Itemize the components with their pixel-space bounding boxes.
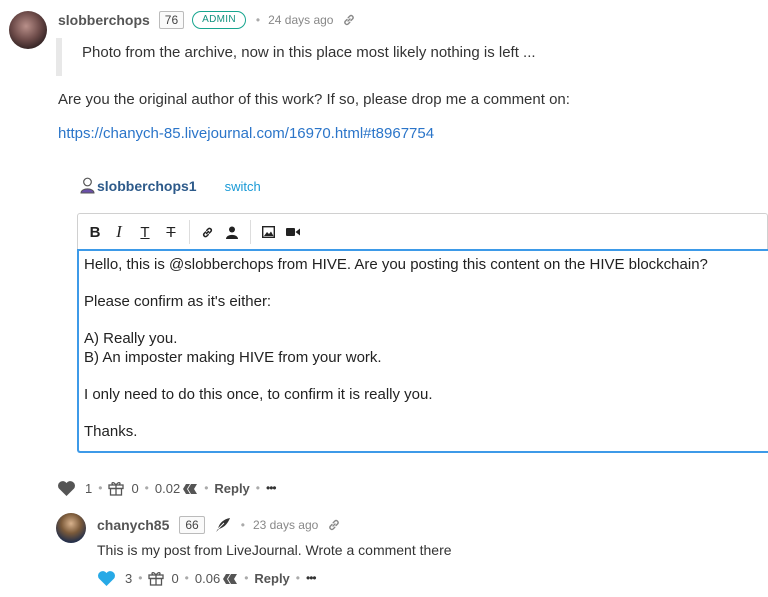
editor-line: A) Really you.	[84, 330, 178, 347]
reply-header: chanych85 66 • 23 days ago	[97, 515, 341, 535]
separator-dot: •	[240, 518, 245, 532]
bold-button[interactable]: B	[86, 214, 104, 250]
reply-text: This is my post from LiveJournal. Wrote …	[97, 542, 452, 558]
username[interactable]: slobberchops	[58, 12, 150, 28]
reply-button[interactable]: Reply	[214, 481, 249, 496]
heart-icon[interactable]	[97, 569, 116, 586]
toolbar-divider	[250, 220, 251, 244]
gift-count: 0	[131, 480, 139, 496]
reputation-badge: 66	[179, 516, 205, 534]
quill-icon	[215, 516, 231, 534]
account-name[interactable]: slobberchops1	[97, 178, 197, 194]
reputation-badge: 76	[158, 11, 185, 29]
heading-button[interactable]: T	[136, 214, 154, 250]
payout-value[interactable]: 0.06	[195, 571, 220, 586]
hive-icon	[222, 571, 238, 586]
editor-line: Hello, this is @slobberchops from HIVE. …	[84, 256, 708, 273]
vote-count[interactable]: 1	[85, 481, 92, 496]
timestamp[interactable]: 24 days ago	[268, 13, 333, 27]
separator-dot: •	[138, 571, 143, 585]
editor-line: I only need to do this once, to confirm …	[84, 386, 433, 403]
permalink-icon[interactable]	[327, 516, 341, 534]
separator-dot: •	[98, 481, 103, 495]
user-icon	[80, 177, 95, 195]
link-icon[interactable]	[197, 214, 217, 250]
image-icon[interactable]	[258, 214, 278, 250]
username[interactable]: chanych85	[97, 517, 169, 533]
payout-value[interactable]: 0.02	[155, 481, 180, 496]
video-icon[interactable]	[283, 214, 303, 250]
gift-count: 0	[171, 570, 179, 586]
blockquote: Photo from the archive, now in this plac…	[56, 38, 768, 76]
reply-actions: 3 • 0 • 0.06 • Reply • •••	[97, 568, 317, 588]
italic-button[interactable]: I	[111, 214, 127, 250]
toolbar-divider	[189, 220, 190, 244]
separator-dot: •	[144, 481, 149, 495]
hive-icon	[182, 481, 198, 496]
question-text: Are you the original author of this work…	[58, 91, 570, 108]
editor-line: Thanks.	[84, 423, 138, 440]
editor-line: B) An imposter making HIVE from your wor…	[84, 349, 382, 366]
comment-header: slobberchops 76 ADMIN • 24 days ago	[58, 10, 356, 30]
avatar[interactable]	[56, 513, 86, 543]
gift-icon[interactable]	[148, 570, 165, 587]
vote-count[interactable]: 3	[125, 571, 132, 586]
separator-dot: •	[255, 13, 261, 27]
switch-account-link[interactable]: switch	[225, 179, 261, 194]
more-options-button[interactable]: •••	[306, 571, 317, 585]
editor-line: Please confirm as it's either:	[84, 293, 272, 310]
heart-icon[interactable]	[57, 479, 76, 496]
source-link[interactable]: https://chanych-85.livejournal.com/16970…	[58, 125, 434, 142]
separator-dot: •	[255, 481, 260, 495]
separator-dot: •	[204, 481, 209, 495]
avatar[interactable]	[9, 11, 47, 49]
separator-dot: •	[295, 571, 300, 585]
separator-dot: •	[184, 571, 189, 585]
mention-user-icon[interactable]	[222, 214, 242, 250]
editor-toolbar: B I T T	[77, 213, 768, 249]
comment-actions: 1 • 0 • 0.02 • Reply • •••	[57, 478, 277, 498]
comment-editor[interactable]: Hello, this is @slobberchops from HIVE. …	[77, 249, 768, 453]
timestamp[interactable]: 23 days ago	[253, 518, 318, 532]
admin-badge: ADMIN	[192, 11, 246, 29]
reply-account: slobberchops1 switch	[80, 177, 261, 195]
separator-dot: •	[244, 571, 249, 585]
strikethrough-button[interactable]: T	[162, 214, 180, 250]
permalink-icon[interactable]	[342, 11, 356, 29]
reply-button[interactable]: Reply	[254, 571, 289, 586]
quote-text: Photo from the archive, now in this plac…	[82, 44, 536, 61]
gift-icon[interactable]	[108, 480, 125, 497]
more-options-button[interactable]: •••	[266, 481, 277, 495]
